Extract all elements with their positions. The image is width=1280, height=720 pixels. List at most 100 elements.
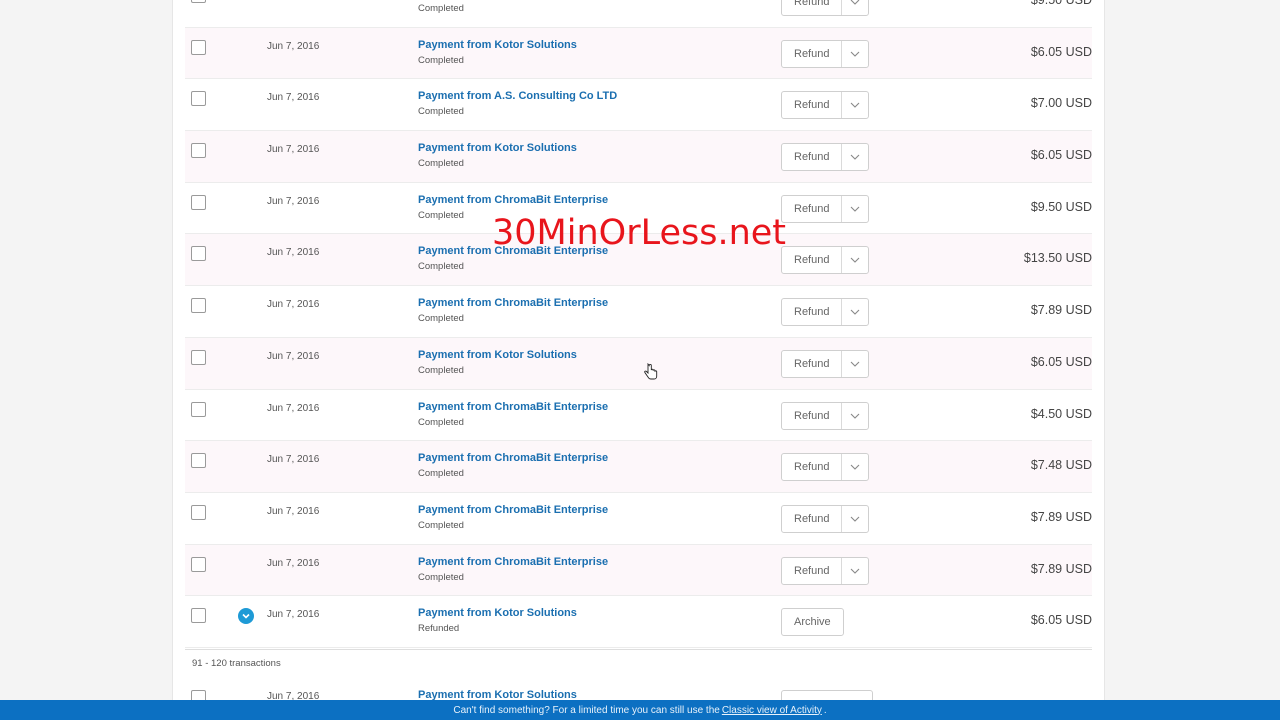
- row-checkbox[interactable]: [191, 0, 206, 3]
- chevron-down-icon[interactable]: [841, 350, 868, 377]
- row-amount: $9.50 USD: [1030, 199, 1092, 214]
- chevron-down-icon[interactable]: [841, 505, 868, 532]
- archive-button[interactable]: Archive: [781, 608, 844, 637]
- row-checkbox[interactable]: [191, 453, 206, 469]
- row-description: Payment from ChromaBit EnterpriseComplet…: [418, 401, 608, 428]
- chevron-down-icon[interactable]: [841, 195, 868, 222]
- table-row[interactable]: Jun 7, 2016 Payment from ChromaBit Enterp…: [185, 286, 1092, 338]
- table-row[interactable]: Jun 7, 2016Payment from ChromaBit Enterp…: [185, 0, 1092, 28]
- row-checkbox[interactable]: [191, 194, 206, 210]
- row-description: Payment from A.S. Consulting Co LTD Compl…: [418, 90, 617, 117]
- row-description: Payment from ChromaBit EnterpriseComplet…: [418, 556, 608, 583]
- refund-button[interactable]: Refund: [781, 39, 870, 68]
- refund-label: Refund: [794, 564, 830, 577]
- row-date: Jun 7, 2016: [267, 557, 320, 569]
- row-date: Jun 7, 2016: [267, 92, 320, 104]
- banner-suffix: .: [823, 704, 827, 716]
- refund-button[interactable]: Refund: [781, 453, 870, 482]
- row-payer-link[interactable]: Payment from ChromaBit Enterprise: [418, 504, 608, 516]
- row-amount: $7.48 USD: [1030, 458, 1092, 473]
- row-description: Payment from Kotor Solutions Refunded: [418, 607, 577, 634]
- row-date: Jun 7, 2016: [267, 40, 320, 52]
- row-checkbox[interactable]: [191, 143, 206, 159]
- row-payer-link[interactable]: Payment from Kotor Solutions: [418, 142, 577, 154]
- row-amount: $6.05 USD: [1030, 44, 1092, 59]
- refund-button[interactable]: Refund: [781, 556, 870, 585]
- row-date: Jun 7, 2016: [267, 350, 320, 362]
- row-checkbox[interactable]: [191, 298, 206, 314]
- table-row[interactable]: Jun 7, 2016 Payment from Kotor Solutions C…: [185, 131, 1092, 183]
- table-row[interactable]: Jun 7, 2016 Payment from Kotor Solutions C…: [185, 337, 1092, 390]
- row-payer-link[interactable]: Payment from Kotor Solutions: [418, 607, 577, 619]
- row-status: Completed: [418, 158, 464, 170]
- table-row[interactable]: Jun 7, 2016Payment from ChromaBit Enterp…: [185, 493, 1092, 545]
- row-status: Completed: [418, 519, 464, 531]
- row-amount: $4.50 USD: [1030, 406, 1092, 421]
- row-payer-link[interactable]: Payment from A.S. Consulting Co LTD: [418, 90, 617, 102]
- refund-button[interactable]: Refund: [781, 194, 870, 223]
- refund-label: Refund: [794, 357, 830, 370]
- chevron-down-icon[interactable]: [841, 92, 868, 119]
- row-checkbox[interactable]: [191, 349, 206, 365]
- refund-button[interactable]: Refund: [781, 0, 870, 16]
- refund-label: Refund: [794, 254, 830, 267]
- row-status: Refunded: [418, 623, 460, 635]
- chevron-down-icon[interactable]: [841, 247, 868, 274]
- row-description: Payment from ChromaBit EnterpriseComplet…: [418, 0, 608, 14]
- chevron-down-icon[interactable]: [841, 299, 868, 326]
- row-amount: $6.05 USD: [1030, 613, 1092, 628]
- row-checkbox[interactable]: [191, 556, 206, 572]
- table-row[interactable]: Jun 7, 2016 Payment from ChromaBit Enterp…: [185, 544, 1092, 597]
- activity-panel: Jun 7, 2016 Payment from ChromaBit Enterp…: [172, 0, 1105, 720]
- chevron-down-icon[interactable]: [841, 0, 868, 15]
- chevron-down-icon[interactable]: [841, 144, 868, 171]
- chevron-down-icon[interactable]: [841, 40, 868, 67]
- table-row[interactable]: Jun 7, 2016Payment from ChromaBit Enterp…: [185, 441, 1092, 493]
- chevron-down-icon[interactable]: [841, 454, 868, 481]
- table-row[interactable]: Jun 7, 2016 Payment from Kotor Solutions C…: [185, 27, 1092, 80]
- chevron-down-icon[interactable]: [841, 557, 868, 584]
- row-checkbox[interactable]: [191, 91, 206, 107]
- table-row[interactable]: Jun 7, 2016 Payment from ChromaBit Enterp…: [185, 390, 1092, 442]
- refund-button[interactable]: Refund: [781, 143, 870, 172]
- row-description: Payment from ChromaBit EnterpriseComplet…: [418, 452, 608, 479]
- row-date: Jun 7, 2016: [267, 144, 320, 156]
- row-payer-link[interactable]: Payment from Kotor Solutions: [418, 349, 577, 361]
- row-amount: $9.50 USD: [1030, 0, 1092, 7]
- row-payer-link[interactable]: Payment from ChromaBit Enterprise: [418, 194, 608, 206]
- row-checkbox[interactable]: [191, 401, 206, 417]
- row-payer-link[interactable]: Payment from ChromaBit Enterprise: [418, 297, 608, 309]
- refund-label: Refund: [794, 202, 830, 215]
- classic-view-link[interactable]: Classic view of Activity: [722, 705, 822, 716]
- chevron-down-circle-icon[interactable]: [238, 608, 254, 625]
- refund-button[interactable]: Refund: [781, 298, 870, 327]
- row-amount: $7.89 USD: [1030, 303, 1092, 318]
- refund-button[interactable]: Refund: [781, 504, 870, 533]
- refund-button[interactable]: Refund: [781, 349, 870, 378]
- row-description: Payment from ChromaBit EnterpriseComplet…: [418, 297, 608, 324]
- row-payer-link[interactable]: Payment from ChromaBit Enterprise: [418, 556, 608, 568]
- row-checkbox[interactable]: [191, 608, 206, 624]
- refund-button[interactable]: Refund: [781, 91, 870, 120]
- row-checkbox[interactable]: [191, 246, 206, 262]
- row-payer-link[interactable]: Payment from ChromaBit Enterprise: [418, 452, 608, 464]
- row-description: Payment from ChromaBit Enterprise Complet…: [418, 504, 608, 531]
- row-description: Payment from Kotor Solutions Completed: [418, 349, 577, 376]
- refund-label: Refund: [794, 306, 830, 319]
- row-status: Completed: [418, 364, 464, 376]
- chevron-down-icon[interactable]: [841, 402, 868, 429]
- table-row[interactable]: Jun 7, 2016 Payment from A.S. Consulting …: [185, 79, 1092, 132]
- row-checkbox[interactable]: [191, 504, 206, 520]
- row-payer-link[interactable]: Payment from ChromaBit Enterprise: [418, 401, 608, 413]
- row-checkbox[interactable]: [191, 39, 206, 55]
- refund-button[interactable]: Refund: [781, 401, 870, 430]
- row-date: Jun 7, 2016: [267, 299, 320, 311]
- row-description: Payment from Kotor Solutions Completed: [418, 142, 577, 169]
- row-payer-link[interactable]: Payment from Kotor Solutions: [418, 39, 577, 51]
- refund-label: Refund: [794, 151, 830, 164]
- row-date: Jun 7, 2016: [267, 402, 320, 414]
- row-date: Jun 7, 2016: [267, 195, 320, 207]
- table-row[interactable]: Jun 7, 2016 Payment from Kotor Solutions R…: [185, 596, 1092, 648]
- refund-button[interactable]: Refund: [781, 246, 870, 275]
- refund-label: Refund: [794, 99, 830, 112]
